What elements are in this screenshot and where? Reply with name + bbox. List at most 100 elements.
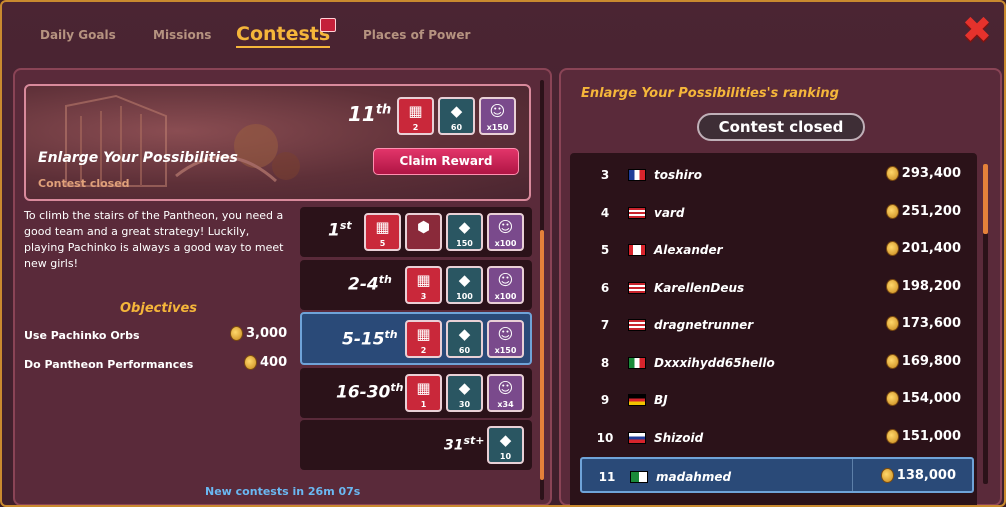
rank-position: 10 (596, 430, 614, 445)
orbs-reward-icon: ▦ 2 (405, 320, 442, 358)
player-name[interactable]: vard (654, 206, 684, 220)
country-flag-icon (628, 206, 646, 219)
objective-label: Do Pantheon Performances (24, 358, 194, 371)
player-score: 138,000 (880, 468, 956, 483)
country-flag-icon (628, 356, 646, 369)
rank-position: 8 (600, 355, 610, 370)
orbs-reward-icon: ▦ 1 (405, 374, 442, 412)
contest-title: Enlarge Your Possibilities (38, 150, 238, 166)
ranking-scrollbar-thumb[interactable] (983, 164, 988, 234)
ranking-row[interactable]: 5 Alexander 201,400 (570, 232, 977, 268)
orbs-reward-icon: ▦ 2 (397, 97, 434, 135)
country-flag-icon (630, 471, 648, 483)
contest-window: Daily Goals Missions Contests Places of … (0, 0, 1006, 507)
tier-row: 16-30th ▦ 1 ◆ 30 ☺ x34 (300, 368, 532, 418)
player-name[interactable]: Shizoid (654, 431, 703, 445)
tab-places-of-power[interactable]: Places of Power (363, 28, 470, 42)
country-flag-icon (628, 169, 646, 181)
objective-value: 3,000 (230, 326, 287, 341)
new-contests-timer: New contests in 26m 07s (205, 485, 361, 498)
rank-position: 9 (600, 393, 610, 407)
row-divider (852, 459, 853, 491)
player-score: 201,400 (885, 241, 961, 256)
tab-contests[interactable]: Contests (236, 23, 331, 48)
girl-shard-reward-icon: ☺ x150 (487, 320, 524, 358)
medal-icon (244, 355, 257, 370)
girl-shard-reward-icon: ☺ x100 (487, 213, 524, 251)
medal-icon (885, 391, 899, 406)
player-name[interactable]: Alexander (654, 243, 723, 257)
contest-description: To climb the stairs of the Pantheon, you… (24, 209, 284, 270)
medal-icon (885, 316, 899, 331)
tier-label: 1st (328, 219, 352, 241)
player-score: 151,000 (885, 428, 961, 444)
player-score: 169,800 (885, 353, 961, 369)
player-name[interactable]: madahmed (656, 470, 731, 484)
gem-reward-icon: ◆ 100 (446, 266, 483, 304)
player-name[interactable]: BJ (654, 393, 668, 407)
gem-reward-icon: ◆ 60 (438, 97, 475, 135)
rank-position: 6 (600, 280, 610, 295)
medal-icon (885, 166, 899, 181)
country-flag-icon (628, 244, 646, 256)
notification-badge-icon (320, 18, 336, 32)
girl-shard-reward-icon: ☺ x34 (487, 374, 524, 412)
objective-value: 400 (244, 355, 287, 370)
rank-position: 5 (600, 243, 610, 257)
rank-position: 11 (598, 470, 616, 484)
player-name[interactable]: KarellenDeus (654, 281, 744, 295)
ranking-row[interactable]: 6 KarellenDeus 198,200 (570, 270, 977, 306)
girl-shard-reward-icon: ☺ x150 (479, 97, 516, 135)
close-icon[interactable]: ✖ (960, 13, 994, 49)
left-scrollbar-thumb[interactable] (540, 230, 544, 480)
tier-row-current: 5-15th ▦ 2 ◆ 60 ☺ x150 (300, 312, 532, 365)
objective-label: Use Pachinko Orbs (24, 329, 140, 342)
player-score: 198,200 (885, 278, 961, 294)
player-score: 154,000 (885, 391, 961, 406)
country-flag-icon (628, 319, 646, 331)
gem-reward-icon: ◆ 60 (446, 320, 483, 358)
medal-icon (885, 428, 899, 444)
tab-daily-goals[interactable]: Daily Goals (40, 28, 116, 42)
player-name[interactable]: dragnetrunner (654, 318, 753, 332)
tier-label: 5-15th (342, 328, 398, 350)
contest-status: Contest closed (38, 177, 130, 190)
gem-reward-icon: ◆ 150 (446, 213, 483, 251)
ranking-row[interactable]: 7 dragnetrunner 173,600 (570, 307, 977, 343)
player-score: 251,200 (885, 203, 961, 219)
medal-icon (885, 278, 899, 294)
player-name[interactable]: Dxxxihydd65hello (654, 356, 775, 370)
rank-position: 7 (600, 318, 610, 332)
ranking-row[interactable]: 8 Dxxxihydd65hello 169,800 (570, 345, 977, 381)
ranking-row[interactable]: 10 Shizoid 151,000 (570, 420, 977, 456)
objectives-heading: Objectives (120, 301, 198, 316)
tier-row: 1st ▦ 5 ⬢ ◆ 150 ☺ x100 (300, 207, 532, 257)
tab-missions[interactable]: Missions (153, 28, 211, 42)
medal-icon (885, 203, 899, 219)
tier-label: 16-30th (336, 381, 404, 403)
medal-icon (230, 326, 243, 341)
medal-icon (885, 353, 899, 369)
player-score: 173,600 (885, 316, 961, 331)
ranking-row[interactable]: 4 vard 251,200 (570, 195, 977, 231)
tier-row: 2-4th ▦ 3 ◆ 100 ☺ x100 (300, 260, 532, 310)
medal-icon (885, 241, 899, 256)
tier-row: 31st+ ◆ 10 (300, 420, 532, 470)
claim-reward-button[interactable]: Claim Reward (373, 148, 519, 175)
girl-shard-reward-icon: ☺ x100 (487, 266, 524, 304)
country-flag-icon (628, 431, 646, 444)
rank-position: 4 (600, 205, 610, 220)
player-rank: 11th (348, 102, 392, 126)
country-flag-icon (628, 394, 646, 406)
ranking-row[interactable]: 9 BJ 154,000 (570, 382, 977, 418)
orbs-reward-icon: ▦ 3 (405, 266, 442, 304)
ranking-title: Enlarge Your Possibilities's ranking (581, 86, 839, 101)
tier-label: 31st+ (444, 434, 485, 454)
player-score: 293,400 (885, 166, 961, 181)
orbs-reward-icon: ▦ 5 (364, 213, 401, 251)
gem-reward-icon: ◆ 10 (487, 426, 524, 464)
ranking-row[interactable]: 3 toshiro 293,400 (570, 157, 977, 193)
country-flag-icon (628, 281, 646, 294)
player-name[interactable]: toshiro (654, 168, 702, 182)
ranking-row-self[interactable]: 11 madahmed 138,000 (580, 457, 974, 493)
